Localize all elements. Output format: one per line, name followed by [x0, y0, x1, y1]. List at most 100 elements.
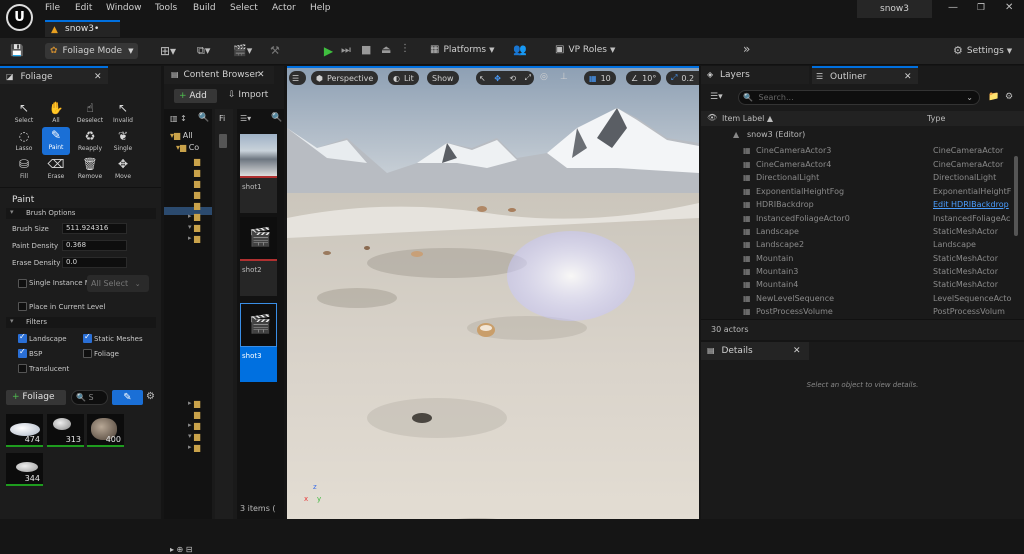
outliner-row[interactable]: ▦ Landscape2 Landscape	[703, 238, 1019, 251]
menu-actor[interactable]: Actor	[272, 3, 296, 13]
foliage-tab[interactable]: ◪ Foliage ✕	[0, 66, 108, 84]
import-button[interactable]: ⇩ Import	[228, 90, 268, 100]
surface-snap-icon[interactable]: ⊥	[560, 72, 568, 82]
outliner-root[interactable]: ▲ snow3 (Editor)	[701, 128, 1024, 141]
tool-select[interactable]: ↖ Select	[10, 100, 38, 128]
close-icon[interactable]: ✕	[94, 68, 102, 86]
tree-item-all[interactable]: ▾▆ All	[164, 131, 212, 143]
foliage-thumb[interactable]: 313	[47, 414, 84, 447]
all-select-dropdown[interactable]: All Select ⌄	[87, 275, 149, 292]
play-options-icon[interactable]: ⋮	[400, 43, 410, 54]
vp-roles-button[interactable]: ▣ VP Roles ▼	[555, 44, 615, 55]
outliner-search-input[interactable]: 🔍 Search... ⌄	[738, 90, 980, 105]
outliner-row[interactable]: ▦ HDRIBackdrop Edit HDRIBackdrop	[703, 198, 1019, 211]
layers-tab[interactable]: ◈ Layers	[701, 66, 809, 84]
outliner-row[interactable]: ▦ DirectionalLight DirectionalLight	[703, 171, 1019, 184]
filters-header[interactable]: ▾ Filters	[6, 317, 156, 328]
play-icon[interactable]: ▶	[321, 43, 336, 58]
tool-fill[interactable]: ⛁ Fill	[10, 156, 38, 184]
tool-reapply[interactable]: ♻ Reapply	[76, 128, 104, 156]
details-tab[interactable]: ▤ Details ✕	[701, 342, 809, 360]
landscape-checkbox[interactable]	[18, 332, 27, 343]
item-label-column[interactable]: Item Label ▲	[722, 114, 773, 123]
tool-invalid[interactable]: ↖ Invalid	[109, 100, 137, 128]
scale-icon[interactable]: ⤢	[525, 73, 531, 83]
restore-icon[interactable]: ❐	[977, 3, 985, 13]
chevron-down-icon[interactable]: ⌄	[966, 91, 973, 104]
outliner-row[interactable]: ▦ Landscape StaticMeshActor	[703, 225, 1019, 238]
world-icon[interactable]: ◎	[540, 72, 548, 82]
perspective-button[interactable]: ⬢ Perspective	[311, 71, 379, 85]
erase-density-field[interactable]: 0.0	[62, 257, 127, 268]
mode-selector[interactable]: ✿ Foliage Mode ▼	[45, 43, 138, 59]
menu-edit[interactable]: Edit	[75, 3, 92, 13]
new-folder-icon[interactable]: 📁	[988, 92, 999, 102]
filter-icon[interactable]: ☰▾	[240, 114, 251, 123]
overflow-icon[interactable]: »	[743, 42, 750, 56]
asset-tile[interactable]: shot2	[240, 261, 277, 296]
menu-build[interactable]: Build	[193, 3, 216, 13]
step-icon[interactable]: ⏭	[341, 43, 351, 57]
blueprint-icon[interactable]: ⧉▾	[197, 44, 210, 58]
outliner-row[interactable]: ▦ NewLevelSequence LevelSequenceActo	[703, 292, 1019, 305]
filter-label[interactable]: Fi	[219, 114, 225, 123]
eye-icon[interactable]: 👁	[707, 113, 717, 122]
select-arrow-icon[interactable]: ↖	[479, 74, 486, 83]
close-icon[interactable]: ✕	[257, 66, 265, 84]
content-browser-tab[interactable]: ▤ Content Browser ✕	[164, 66, 274, 84]
close-icon[interactable]: ✕	[904, 68, 912, 86]
search-icon[interactable]: 🔍	[198, 113, 209, 123]
paint-density-field[interactable]: 0.368	[62, 240, 127, 251]
paint-brush-toggle[interactable]: ✎	[112, 390, 143, 405]
outliner-row[interactable]: ▦ InstancedFoliageActor0 InstancedFoliageA…	[703, 212, 1019, 225]
asset-tile-selected[interactable]: shot3	[240, 347, 277, 382]
menu-tools[interactable]: Tools	[155, 3, 177, 13]
brush-size-field[interactable]: 511.924316	[62, 223, 127, 234]
modeling-icon[interactable]: ⚒	[270, 44, 280, 57]
static-meshes-checkbox[interactable]	[83, 332, 92, 343]
asset-thumbnail[interactable]: 🎬	[240, 303, 277, 347]
foliage-thumb[interactable]: 474	[6, 414, 43, 447]
single-instance-checkbox[interactable]	[18, 279, 27, 288]
outliner-row[interactable]: ▦ ExponentialHeightFog ExponentialHeightF	[703, 185, 1019, 198]
translucent-checkbox[interactable]	[18, 364, 27, 373]
foliage-filter-checkbox[interactable]	[83, 349, 92, 358]
search-icon[interactable]: 🔍	[271, 113, 282, 123]
tool-move[interactable]: ✥ Move	[109, 156, 137, 184]
gear-icon[interactable]: ⚙	[1005, 92, 1013, 102]
outliner-row[interactable]: ▦ Mountain4 StaticMeshActor	[703, 278, 1019, 291]
users-icon[interactable]: 👥	[513, 43, 527, 56]
translate-icon[interactable]: ✥	[494, 74, 501, 83]
asset-tile[interactable]: shot1	[240, 178, 277, 213]
stop-icon[interactable]: ■	[361, 43, 371, 56]
filter-icon[interactable]: ☰▾	[710, 92, 723, 102]
add-button[interactable]: + Add	[174, 89, 217, 103]
tool-deselect[interactable]: ☝ Deselect	[76, 100, 104, 128]
add-foliage-button[interactable]: + Foliage	[6, 390, 66, 405]
scale-snap-button[interactable]: ⤢ 0.2	[666, 71, 699, 85]
tree-more-icon[interactable]: ▸ ⊕ ⊟	[170, 545, 193, 554]
foliage-thumb[interactable]: 344	[6, 453, 43, 486]
unreal-logo-icon[interactable]: U	[6, 4, 33, 31]
tree-item-content[interactable]: ▾▆ Co	[164, 143, 212, 155]
outliner-row[interactable]: ▦ CineCameraActor4 CineCameraActor	[703, 158, 1019, 171]
type-column[interactable]: Type	[927, 114, 945, 123]
actor-type[interactable]: Edit HDRIBackdrop	[933, 198, 1009, 211]
asset-thumbnail[interactable]: 🎬	[240, 217, 277, 261]
place-current-level-checkbox[interactable]	[18, 302, 27, 311]
menu-select[interactable]: Select	[230, 3, 258, 13]
level-tab[interactable]: ▲ snow3•	[45, 20, 120, 37]
close-window-icon[interactable]: ✕	[1005, 2, 1013, 13]
tool-single[interactable]: ❦ Single	[109, 128, 137, 156]
outliner-row[interactable]: ▦ CineCameraActor3 CineCameraActor	[703, 144, 1019, 157]
rotation-snap-button[interactable]: ∠ 10°	[626, 71, 662, 85]
settings-button[interactable]: ⚙ Settings ▼	[953, 44, 1012, 57]
viewport-menu-button[interactable]: ☰	[289, 71, 306, 85]
brush-options-header[interactable]: ▾ Brush Options	[6, 208, 156, 219]
menu-window[interactable]: Window	[106, 3, 142, 13]
grid-snap-button[interactable]: ▦ 10	[584, 71, 616, 85]
asset-thumbnail[interactable]	[240, 134, 277, 178]
outliner-row[interactable]: ▦ Mountain StaticMeshActor	[703, 252, 1019, 265]
level-viewport[interactable]: ☰ ⬢ Perspective ◐ Lit Show ↖ ✥ ⟲ ⤢ ◎ ⊥ ▦ 10…	[287, 66, 699, 519]
tool-remove[interactable]: 🗑 Remove	[76, 156, 104, 184]
